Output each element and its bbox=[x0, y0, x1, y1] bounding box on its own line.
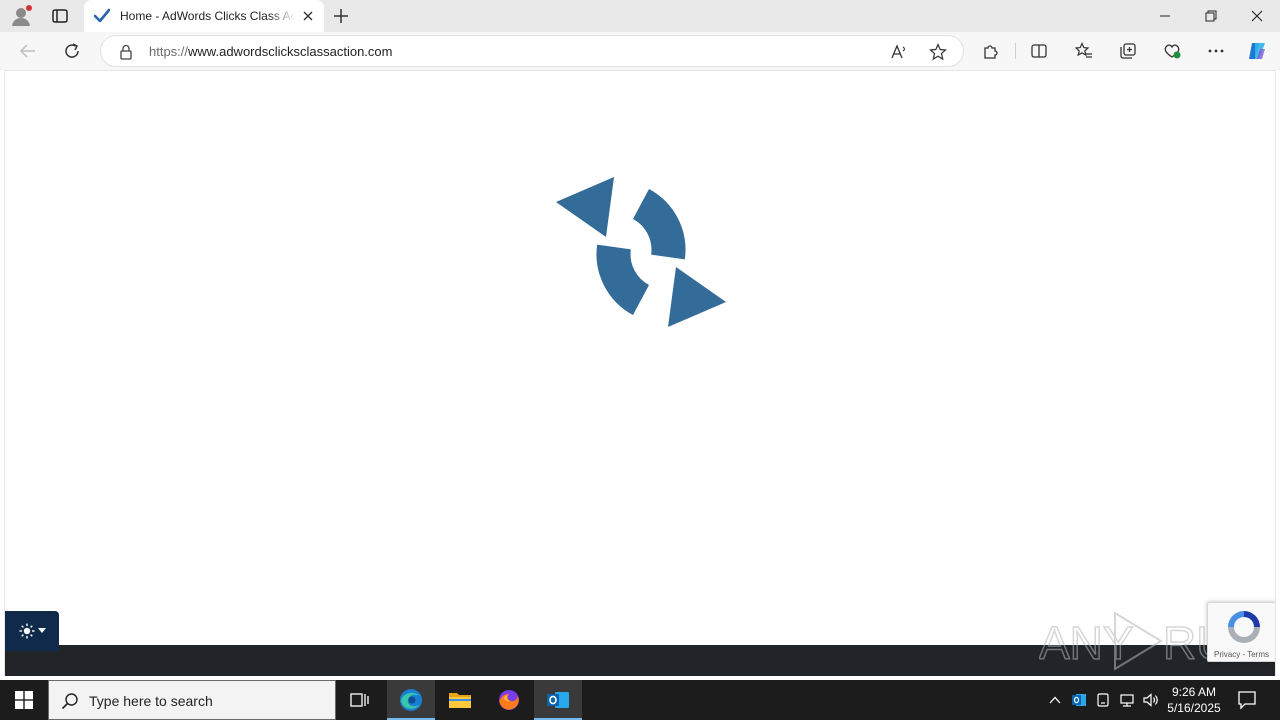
clock-time: 9:26 AM bbox=[1171, 685, 1217, 699]
clock-date: 5/16/2025 bbox=[1167, 701, 1221, 715]
close-window-button[interactable] bbox=[1234, 0, 1280, 32]
extensions-puzzle-icon[interactable] bbox=[979, 39, 1003, 63]
collections-icon[interactable] bbox=[1116, 39, 1140, 63]
more-options-icon[interactable] bbox=[1204, 39, 1228, 63]
page-content: ANY RUN Privacy - Terms bbox=[4, 70, 1276, 676]
tray-outlook-icon[interactable] bbox=[1069, 690, 1089, 710]
windows-logo-icon bbox=[15, 691, 33, 709]
url-text[interactable]: https://www.adwordsclicksclassaction.com bbox=[149, 44, 392, 59]
split-screen-icon[interactable] bbox=[1027, 39, 1051, 63]
watermark-left-text: ANY bbox=[1039, 617, 1134, 669]
url-host: www.adwordsclicksclassaction.com bbox=[188, 44, 393, 59]
checkmark-favicon-icon bbox=[93, 8, 111, 24]
new-tab-plus-icon[interactable] bbox=[332, 7, 350, 25]
profile-avatar-icon[interactable] bbox=[10, 5, 32, 27]
tab-title: Home - AdWords Clicks Class Action bbox=[120, 9, 295, 23]
theme-toggle-button[interactable] bbox=[5, 611, 59, 651]
tray-device-icon[interactable] bbox=[1093, 690, 1113, 710]
task-view-icon[interactable] bbox=[336, 680, 384, 720]
file-explorer-icon[interactable] bbox=[436, 680, 484, 720]
browser-toolbar: https://www.adwordsclicksclassaction.com bbox=[0, 32, 1280, 70]
address-bar[interactable]: https://www.adwordsclicksclassaction.com bbox=[100, 35, 964, 67]
restore-window-button[interactable] bbox=[1188, 0, 1234, 32]
loading-spinner-icon bbox=[556, 167, 726, 337]
firefox-icon[interactable] bbox=[485, 680, 533, 720]
volume-icon[interactable] bbox=[1141, 690, 1161, 710]
read-aloud-icon[interactable] bbox=[889, 42, 909, 62]
refresh-icon[interactable] bbox=[60, 39, 84, 63]
minimize-window-button[interactable] bbox=[1142, 0, 1188, 32]
browser-tab-strip: Home - AdWords Clicks Class Action bbox=[0, 0, 1280, 32]
toolbar-separator bbox=[1015, 43, 1016, 59]
outlook-icon[interactable] bbox=[534, 680, 582, 720]
notification-center-icon[interactable] bbox=[1236, 690, 1258, 710]
windows-taskbar: Type here to search 9:26 AM 5/16/2025 bbox=[0, 680, 1280, 720]
search-icon bbox=[61, 692, 79, 710]
start-button[interactable] bbox=[0, 680, 48, 720]
network-icon[interactable] bbox=[1117, 690, 1137, 710]
show-hidden-icons-chevron-up-icon[interactable] bbox=[1045, 690, 1065, 710]
copilot-icon[interactable] bbox=[1245, 39, 1269, 63]
back-arrow-icon[interactable] bbox=[16, 39, 40, 63]
caret-down-icon bbox=[37, 628, 46, 633]
recaptcha-terms-link[interactable]: Terms bbox=[1247, 650, 1269, 659]
taskbar-clock[interactable]: 9:26 AM 5/16/2025 bbox=[1160, 684, 1228, 716]
recaptcha-badge[interactable]: Privacy - Terms bbox=[1207, 602, 1275, 662]
browser-essentials-icon[interactable] bbox=[1160, 39, 1184, 63]
favorite-star-icon[interactable] bbox=[928, 42, 948, 62]
taskbar-search-box[interactable]: Type here to search bbox=[48, 680, 336, 720]
recaptcha-links: Privacy - Terms bbox=[1214, 650, 1269, 659]
tab-actions-menu-icon[interactable] bbox=[50, 7, 70, 25]
search-placeholder: Type here to search bbox=[89, 693, 213, 709]
close-tab-icon[interactable] bbox=[300, 8, 316, 24]
recaptcha-privacy-link[interactable]: Privacy bbox=[1214, 650, 1240, 659]
sun-icon bbox=[19, 623, 34, 639]
url-scheme: https:// bbox=[149, 44, 189, 59]
active-tab[interactable]: Home - AdWords Clicks Class Action bbox=[84, 0, 324, 32]
lock-icon[interactable] bbox=[119, 44, 133, 60]
recaptcha-logo-icon bbox=[1224, 607, 1264, 647]
edge-browser-icon[interactable] bbox=[387, 680, 435, 720]
favorites-list-icon[interactable] bbox=[1072, 39, 1096, 63]
